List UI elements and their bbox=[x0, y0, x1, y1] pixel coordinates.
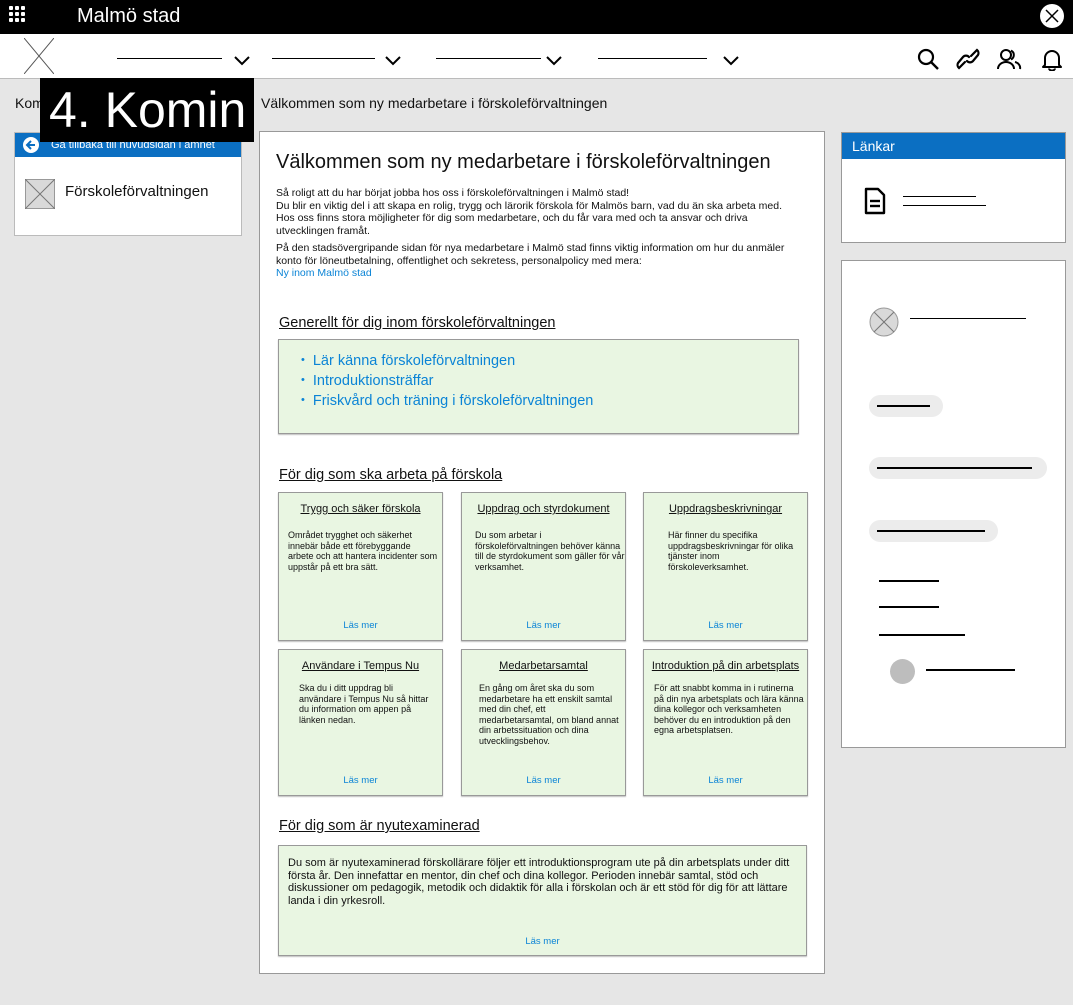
placeholder-line[interactable] bbox=[879, 606, 939, 608]
read-more-link[interactable]: Läs mer bbox=[644, 775, 807, 786]
card-body: Området trygghet och säkerhet innebär bå… bbox=[288, 530, 438, 572]
search-icon[interactable] bbox=[916, 47, 940, 71]
info-card[interactable]: Uppdrag och styrdokument Du som arbetar … bbox=[461, 492, 626, 641]
left-navigation-panel: Gå tillbaka till huvudsidan i ämnet Förs… bbox=[14, 132, 242, 236]
card-body: Du som arbetar i förskoleförvaltningen b… bbox=[475, 530, 625, 572]
read-more-link[interactable]: Läs mer bbox=[279, 936, 806, 947]
page-title: Välkommen som ny medarbetare i förskolef… bbox=[276, 151, 771, 173]
links-panel: Länkar bbox=[841, 132, 1066, 243]
card-title[interactable]: Användare i Tempus Nu bbox=[279, 660, 442, 672]
top-bar: Malmö stad bbox=[0, 0, 1073, 34]
info-card[interactable]: Användare i Tempus Nu Ska du i ditt uppd… bbox=[278, 649, 443, 796]
card-title[interactable]: Trygg och säker förskola bbox=[279, 503, 442, 515]
intro-greeting: Så roligt att du har börjat jobba hos os… bbox=[276, 187, 630, 199]
intro-paragraph-1: Du blir en viktig del i att skapa en rol… bbox=[276, 199, 782, 237]
intro-text: Så roligt att du har börjat jobba hos os… bbox=[276, 187, 796, 285]
arrow-left-icon bbox=[23, 137, 39, 153]
link-placeholder-line[interactable] bbox=[903, 205, 986, 206]
info-card[interactable]: Uppdragsbeskrivningar Här finner du spec… bbox=[643, 492, 808, 641]
placeholder-line bbox=[926, 669, 1015, 671]
card-body: En gång om året ska du som medarbetare h… bbox=[479, 683, 619, 746]
read-more-link[interactable]: Läs mer bbox=[462, 620, 625, 631]
nav-dropdown-2[interactable] bbox=[272, 48, 407, 68]
info-card[interactable]: Medarbetarsamtal En gång om året ska du … bbox=[461, 649, 626, 796]
pill-button-placeholder[interactable] bbox=[869, 520, 998, 542]
avatar-placeholder-icon bbox=[869, 307, 899, 337]
chevron-down-icon bbox=[234, 56, 250, 66]
graduate-box: Du som är nyutexaminerad förskollärare f… bbox=[278, 845, 807, 956]
card-title[interactable]: Uppdragsbeskrivningar bbox=[644, 503, 807, 515]
avatar bbox=[890, 659, 915, 684]
bell-icon[interactable] bbox=[1041, 47, 1063, 71]
placeholder-line[interactable] bbox=[879, 634, 965, 636]
chevron-down-icon bbox=[385, 56, 401, 66]
read-more-link[interactable]: Läs mer bbox=[279, 620, 442, 631]
list-item[interactable]: Introduktionsträffar bbox=[301, 372, 798, 392]
logo-placeholder[interactable] bbox=[24, 38, 54, 74]
users-icon[interactable] bbox=[996, 47, 1022, 71]
pill-button-placeholder[interactable] bbox=[869, 457, 1047, 479]
close-circle-icon[interactable] bbox=[1040, 4, 1064, 28]
intro-paragraph-2: På den stadsövergripande sidan för nya m… bbox=[276, 242, 785, 267]
read-more-link[interactable]: Läs mer bbox=[644, 620, 807, 631]
section-title-preschool: För dig som ska arbeta på förskola bbox=[279, 467, 503, 483]
list-item[interactable]: Lär känna förskoleförvaltningen bbox=[301, 352, 798, 372]
section-title-general: Generellt för dig inom förskoleförvaltni… bbox=[279, 315, 556, 331]
link-placeholder-line[interactable] bbox=[903, 196, 976, 197]
list-item[interactable]: Friskvård och träning i förskoleförvaltn… bbox=[301, 392, 798, 412]
apps-grid-icon[interactable] bbox=[9, 6, 25, 22]
step-overlay-label: 4. Komin bbox=[40, 78, 254, 142]
nav-dropdown-1[interactable] bbox=[117, 48, 252, 68]
brand-title: Malmö stad bbox=[77, 5, 181, 27]
placeholder-line[interactable] bbox=[879, 580, 939, 582]
placeholder-line bbox=[910, 318, 1026, 319]
card-title[interactable]: Introduktion på din arbetsplats bbox=[644, 660, 807, 672]
links-panel-title: Länkar bbox=[842, 133, 1065, 159]
left-nav-item[interactable]: Förskoleförvaltningen bbox=[25, 179, 235, 209]
info-card[interactable]: Trygg och säker förskola Området trygghe… bbox=[278, 492, 443, 641]
graduate-text: Du som är nyutexaminerad förskollärare f… bbox=[288, 857, 790, 907]
nav-dropdown-3[interactable] bbox=[436, 48, 571, 68]
chevron-down-icon bbox=[546, 56, 562, 66]
main-navigation bbox=[0, 34, 1073, 79]
info-card[interactable]: Introduktion på din arbetsplats För att … bbox=[643, 649, 808, 796]
breadcrumb-current: Välkommen som ny medarbetare i förskolef… bbox=[261, 95, 608, 111]
left-nav-item-label: Förskoleförvaltningen bbox=[65, 183, 209, 200]
card-title[interactable]: Medarbetarsamtal bbox=[462, 660, 625, 672]
general-links-box: Lär känna förskoleförvaltningen Introduk… bbox=[278, 339, 799, 434]
chevron-down-icon bbox=[723, 56, 739, 66]
read-more-link[interactable]: Läs mer bbox=[279, 775, 442, 786]
card-body: För att snabbt komma in i rutinerna på d… bbox=[654, 683, 804, 735]
link-icon[interactable] bbox=[955, 47, 981, 71]
card-body: Här finner du specifika uppdragsbeskrivn… bbox=[668, 530, 794, 572]
main-content: Välkommen som ny medarbetare i förskolef… bbox=[259, 131, 825, 974]
nav-dropdown-4[interactable] bbox=[598, 48, 748, 68]
ny-inom-malmo-link[interactable]: Ny inom Malmö stad bbox=[276, 267, 372, 279]
section-title-graduate: För dig som är nyutexaminerad bbox=[279, 818, 480, 834]
card-title[interactable]: Uppdrag och styrdokument bbox=[462, 503, 625, 515]
document-icon[interactable] bbox=[864, 187, 886, 215]
pill-button-placeholder[interactable] bbox=[869, 395, 943, 417]
card-body: Ska du i ditt uppdrag bli användare i Te… bbox=[299, 683, 429, 725]
read-more-link[interactable]: Läs mer bbox=[462, 775, 625, 786]
widget-panel bbox=[841, 260, 1066, 748]
image-placeholder-icon bbox=[25, 179, 55, 209]
